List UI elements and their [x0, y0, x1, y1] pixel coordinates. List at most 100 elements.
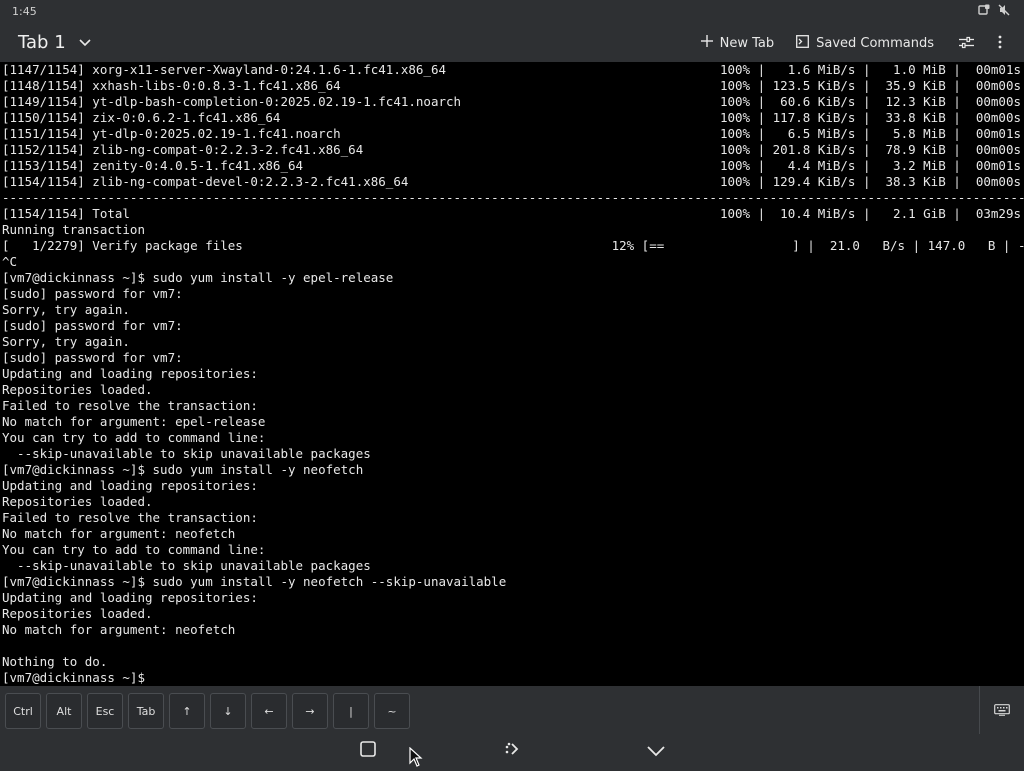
recents-button[interactable]: [357, 740, 379, 762]
terminal-line: Updating and loading repositories:: [0, 366, 1024, 382]
terminal-line-text: [1152/1154] zlib-ng-compat-0:2.2.3-2.fc4…: [2, 142, 364, 157]
terminal-line-text: ^C: [2, 254, 18, 269]
terminal-line-text: Sorry, try again.: [2, 334, 130, 349]
terminal-line: [1152/1154] zlib-ng-compat-0:2.2.3-2.fc4…: [0, 142, 1024, 158]
terminal-line-text: [vm7@dickinnass ~]$ sudo yum install -y …: [2, 574, 507, 589]
terminal-line: Failed to resolve the transaction:: [0, 398, 1024, 414]
terminal-line: [vm7@dickinnass ~]$: [0, 670, 1024, 686]
terminal-line: [1149/1154] yt-dlp-bash-completion-0:202…: [0, 94, 1024, 110]
mute-icon: [998, 4, 1010, 16]
back-button[interactable]: [645, 740, 667, 762]
terminal-line: ----------------------------------------…: [0, 190, 1024, 206]
back-icon: [647, 742, 665, 761]
terminal-line-text: [1153/1154] zenity-0:4.0.5-1.fc41.x86_64: [2, 158, 304, 173]
terminal-line-stats: 100% | 6.5 MiB/s | 5.8 MiB | 00m01s: [719, 126, 1021, 141]
terminal-line: Failed to resolve the transaction:: [0, 510, 1024, 526]
terminal-line: Running transaction: [0, 222, 1024, 238]
terminal-line-text: [1154/1154] zlib-ng-compat-devel-0:2.2.3…: [2, 174, 409, 189]
keyboard-icon: [994, 701, 1010, 720]
new-tab-button[interactable]: New Tab: [700, 35, 774, 51]
key-arrow-left-button[interactable]: ←: [251, 693, 287, 729]
key-arrow-down-button[interactable]: ↓: [210, 693, 246, 729]
terminal-line-text: You can try to add to command line:: [2, 430, 266, 445]
home-button[interactable]: [501, 740, 523, 762]
terminal-line: --skip-unavailable to skip unavailable p…: [0, 558, 1024, 574]
more-vert-icon: [998, 34, 1002, 53]
terminal-icon: [796, 34, 810, 52]
key-alt-button[interactable]: Alt: [46, 693, 82, 729]
key-ctrl-button[interactable]: Ctrl: [5, 693, 41, 729]
app-toolbar: Tab 1 New Tab Saved Commands: [0, 24, 1024, 62]
terminal-line-text: Repositories loaded.: [2, 382, 153, 397]
overflow-menu-button[interactable]: [990, 33, 1010, 53]
terminal-line: [sudo] password for vm7:: [0, 286, 1024, 302]
terminal-line: Updating and loading repositories:: [0, 478, 1024, 494]
terminal-line: [vm7@dickinnass ~]$ sudo yum install -y …: [0, 462, 1024, 478]
terminal-line-text: Repositories loaded.: [2, 494, 153, 509]
terminal-line-text: Nothing to do.: [2, 654, 108, 669]
terminal-line-text: Updating and loading repositories:: [2, 366, 258, 381]
terminal-line: Sorry, try again.: [0, 334, 1024, 350]
terminal-line-stats: 100% | 129.4 KiB/s | 38.3 KiB | 00m00s: [719, 174, 1021, 189]
terminal-line: [sudo] password for vm7:: [0, 318, 1024, 334]
terminal-line-stats: 100% | 123.5 KiB/s | 35.9 KiB | 00m00s: [719, 78, 1021, 93]
terminal-line: Nothing to do.: [0, 654, 1024, 670]
key-arrow-right-button[interactable]: →: [292, 693, 328, 729]
terminal-line-text: [vm7@dickinnass ~]$: [2, 670, 145, 685]
terminal-line: No match for argument: neofetch: [0, 622, 1024, 638]
terminal-line-text: [vm7@dickinnass ~]$ sudo yum install -y …: [2, 270, 394, 285]
terminal-line: No match for argument: neofetch: [0, 526, 1024, 542]
terminal-line-stats: 100% | 117.8 KiB/s | 33.8 KiB | 00m00s: [719, 110, 1021, 125]
terminal-line-text: [vm7@dickinnass ~]$ sudo yum install -y …: [2, 462, 364, 477]
terminal-line-text: [1147/1154] xorg-x11-server-Xwayland-0:2…: [2, 62, 447, 77]
terminal-line: [1147/1154] xorg-x11-server-Xwayland-0:2…: [0, 62, 1024, 78]
key-tab-button[interactable]: Tab: [128, 693, 164, 729]
terminal-line-stats: 100% | 201.8 KiB/s | 78.9 KiB | 00m00s: [719, 142, 1021, 157]
terminal-line-text: Failed to resolve the transaction:: [2, 398, 258, 413]
terminal-line: [1150/1154] zix-0:0.6.2-1.fc41.x86_64 100…: [0, 110, 1024, 126]
key-tilde-button[interactable]: ~: [374, 693, 410, 729]
terminal-line: You can try to add to command line:: [0, 542, 1024, 558]
terminal-line: [1151/1154] yt-dlp-0:2025.02.19-1.fc41.n…: [0, 126, 1024, 142]
keyboard-toggle-button[interactable]: [979, 686, 1024, 734]
terminal-line-text: [1150/1154] zix-0:0.6.2-1.fc41.x86_64: [2, 110, 281, 125]
terminal-line: Sorry, try again.: [0, 302, 1024, 318]
settings-sliders-button[interactable]: [956, 33, 976, 53]
key-arrow-up-button[interactable]: ↑: [169, 693, 205, 729]
terminal-line-text: [1154/1154] Total: [2, 206, 130, 221]
terminal-line: No match for argument: epel-release: [0, 414, 1024, 430]
terminal-line: [1153/1154] zenity-0:4.0.5-1.fc41.x86_64…: [0, 158, 1024, 174]
terminal-output[interactable]: [1147/1154] xorg-x11-server-Xwayland-0:2…: [0, 62, 1024, 686]
tab-selector[interactable]: Tab 1: [18, 32, 92, 53]
terminal-line-text: No match for argument: neofetch: [2, 526, 236, 541]
chevron-down-icon: [74, 32, 92, 53]
status-bar: 1:45: [0, 0, 1024, 24]
terminal-line-text: --skip-unavailable to skip unavailable p…: [2, 446, 371, 461]
terminal-line-text: No match for argument: neofetch: [2, 622, 236, 637]
terminal-line-text: Sorry, try again.: [2, 302, 130, 317]
terminal-line-text: Updating and loading repositories:: [2, 478, 258, 493]
saved-commands-button[interactable]: Saved Commands: [796, 34, 934, 52]
terminal-line: [vm7@dickinnass ~]$ sudo yum install -y …: [0, 270, 1024, 286]
terminal-line: ^C: [0, 254, 1024, 270]
terminal-line: Repositories loaded.: [0, 606, 1024, 622]
key-esc-button[interactable]: Esc: [87, 693, 123, 729]
terminal-line-text: [sudo] password for vm7:: [2, 350, 183, 365]
mouse-pointer-icon: [409, 746, 423, 771]
sliders-icon: [958, 34, 974, 53]
terminal-line-text: [sudo] password for vm7:: [2, 286, 183, 301]
tab-title: Tab 1: [18, 32, 66, 53]
terminal-line-text: [ 1/2279] Verify package files 12% [== ]…: [2, 238, 1024, 253]
terminal-line: [1148/1154] xxhash-libs-0:0.8.3-1.fc41.x…: [0, 78, 1024, 94]
terminal-line-text: Running transaction: [2, 222, 145, 237]
clock: 1:45: [12, 5, 37, 18]
terminal-line: [sudo] password for vm7:: [0, 350, 1024, 366]
extra-keys-bar: Ctrl Alt Esc Tab ↑ ↓ ← → | ~: [0, 686, 1024, 734]
terminal-line-text: [1148/1154] xxhash-libs-0:0.8.3-1.fc41.x…: [2, 78, 341, 93]
terminal-line-text: [sudo] password for vm7:: [2, 318, 183, 333]
terminal-line-text: Repositories loaded.: [2, 606, 153, 621]
key-pipe-button[interactable]: |: [333, 693, 369, 729]
terminal-line: Updating and loading repositories:: [0, 590, 1024, 606]
terminal-line: Repositories loaded.: [0, 382, 1024, 398]
